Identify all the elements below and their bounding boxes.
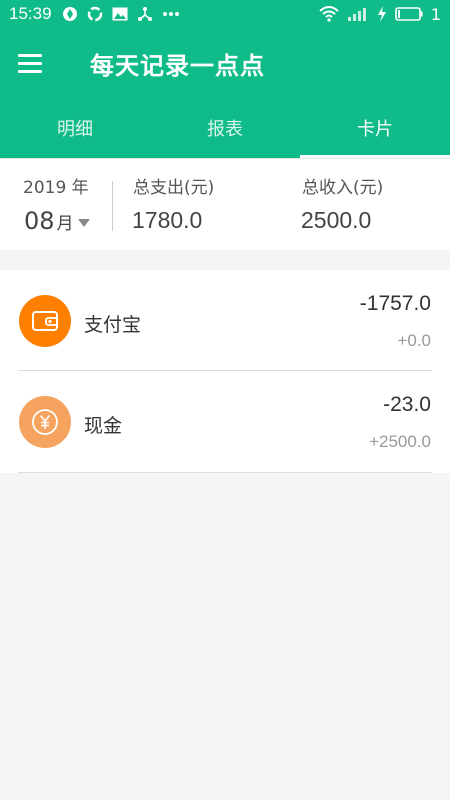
hamburger-menu-icon[interactable] — [18, 48, 52, 78]
account-income: +2500.0 — [369, 432, 431, 451]
page-title: 每天记录一点点 — [90, 52, 265, 80]
month-unit: 月 — [56, 214, 74, 234]
wallet-icon — [19, 295, 71, 347]
account-row-cash[interactable]: 现金 -23.0 +2500.0 — [0, 371, 450, 472]
account-name: 支付宝 — [84, 314, 142, 336]
summary-panel: 2019 年 08 月 总支出(元) 1780.0 总收入(元) 2500.0 — [0, 158, 450, 250]
total-expense-value: 1780.0 — [132, 207, 203, 233]
account-name: 现金 — [84, 415, 123, 437]
account-row-alipay[interactable]: 支付宝 -1757.0 +0.0 — [0, 270, 450, 371]
app-bar: 每天记录一点点 — [0, 28, 450, 98]
status-icons-left — [62, 6, 180, 22]
account-amount: -23.0 — [383, 393, 431, 416]
more-icon — [162, 11, 180, 17]
battery-icon — [395, 7, 423, 21]
total-income-label: 总收入(元) — [302, 178, 384, 198]
charging-icon — [377, 6, 387, 22]
total-expense-label: 总支出(元) — [133, 178, 215, 198]
tab-details[interactable]: 明细 — [0, 98, 150, 158]
status-bar: 15:39 1 — [0, 0, 450, 28]
tab-reports[interactable]: 报表 — [150, 98, 300, 158]
caret-down-icon — [77, 219, 90, 227]
account-list: 支付宝 -1757.0 +0.0 现金 -23.0 +2500.0 — [0, 270, 450, 473]
summary-divider — [112, 181, 113, 231]
battery-level: 1 — [430, 4, 441, 24]
share-icon — [137, 6, 153, 22]
status-icons-right: 1 — [319, 5, 441, 24]
total-income-value: 2500.0 — [301, 207, 372, 233]
tab-cards[interactable]: 卡片 — [300, 98, 450, 158]
refresh-icon — [87, 6, 103, 22]
account-income: +0.0 — [397, 331, 431, 350]
month-value: 08 — [24, 207, 55, 235]
signal-icon — [347, 7, 369, 21]
tab-bar: 明细 报表 卡片 — [0, 98, 450, 158]
status-time: 15:39 — [9, 4, 52, 23]
account-amount: -1757.0 — [359, 292, 431, 315]
list-bottom-divider — [18, 472, 432, 473]
year-label: 2019 年 — [23, 178, 89, 198]
image-notification-icon — [112, 7, 128, 21]
month-selector[interactable]: 08 月 — [24, 207, 90, 235]
sync-icon — [62, 6, 78, 22]
wifi-icon — [319, 6, 339, 22]
yuan-coin-icon — [19, 396, 71, 448]
